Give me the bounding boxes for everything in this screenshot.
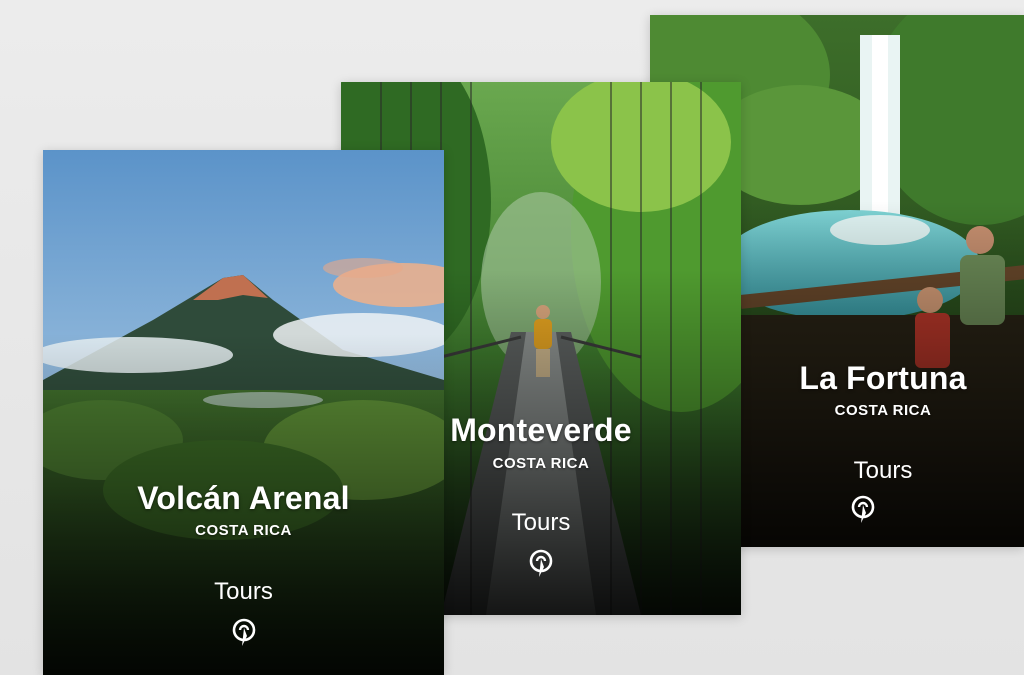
card-title: Volcán Arenal <box>137 480 350 516</box>
card-subtitle: COSTA RICA <box>195 522 292 539</box>
tours-link[interactable]: Tours <box>43 578 444 606</box>
card-title: La Fortuna <box>799 360 967 396</box>
tour-guide-icon[interactable] <box>850 495 876 525</box>
destination-card-volcan-arenal[interactable]: Volcán Arenal COSTA RICA Tours <box>43 150 444 675</box>
tours-link[interactable]: Tours <box>742 457 1024 485</box>
destination-cards-stage: La Fortuna COSTA RICA Tours Monteverde C… <box>0 0 1024 675</box>
tour-guide-icon[interactable] <box>528 549 554 579</box>
card-subtitle: COSTA RICA <box>834 402 932 419</box>
tour-guide-icon[interactable] <box>231 618 257 648</box>
